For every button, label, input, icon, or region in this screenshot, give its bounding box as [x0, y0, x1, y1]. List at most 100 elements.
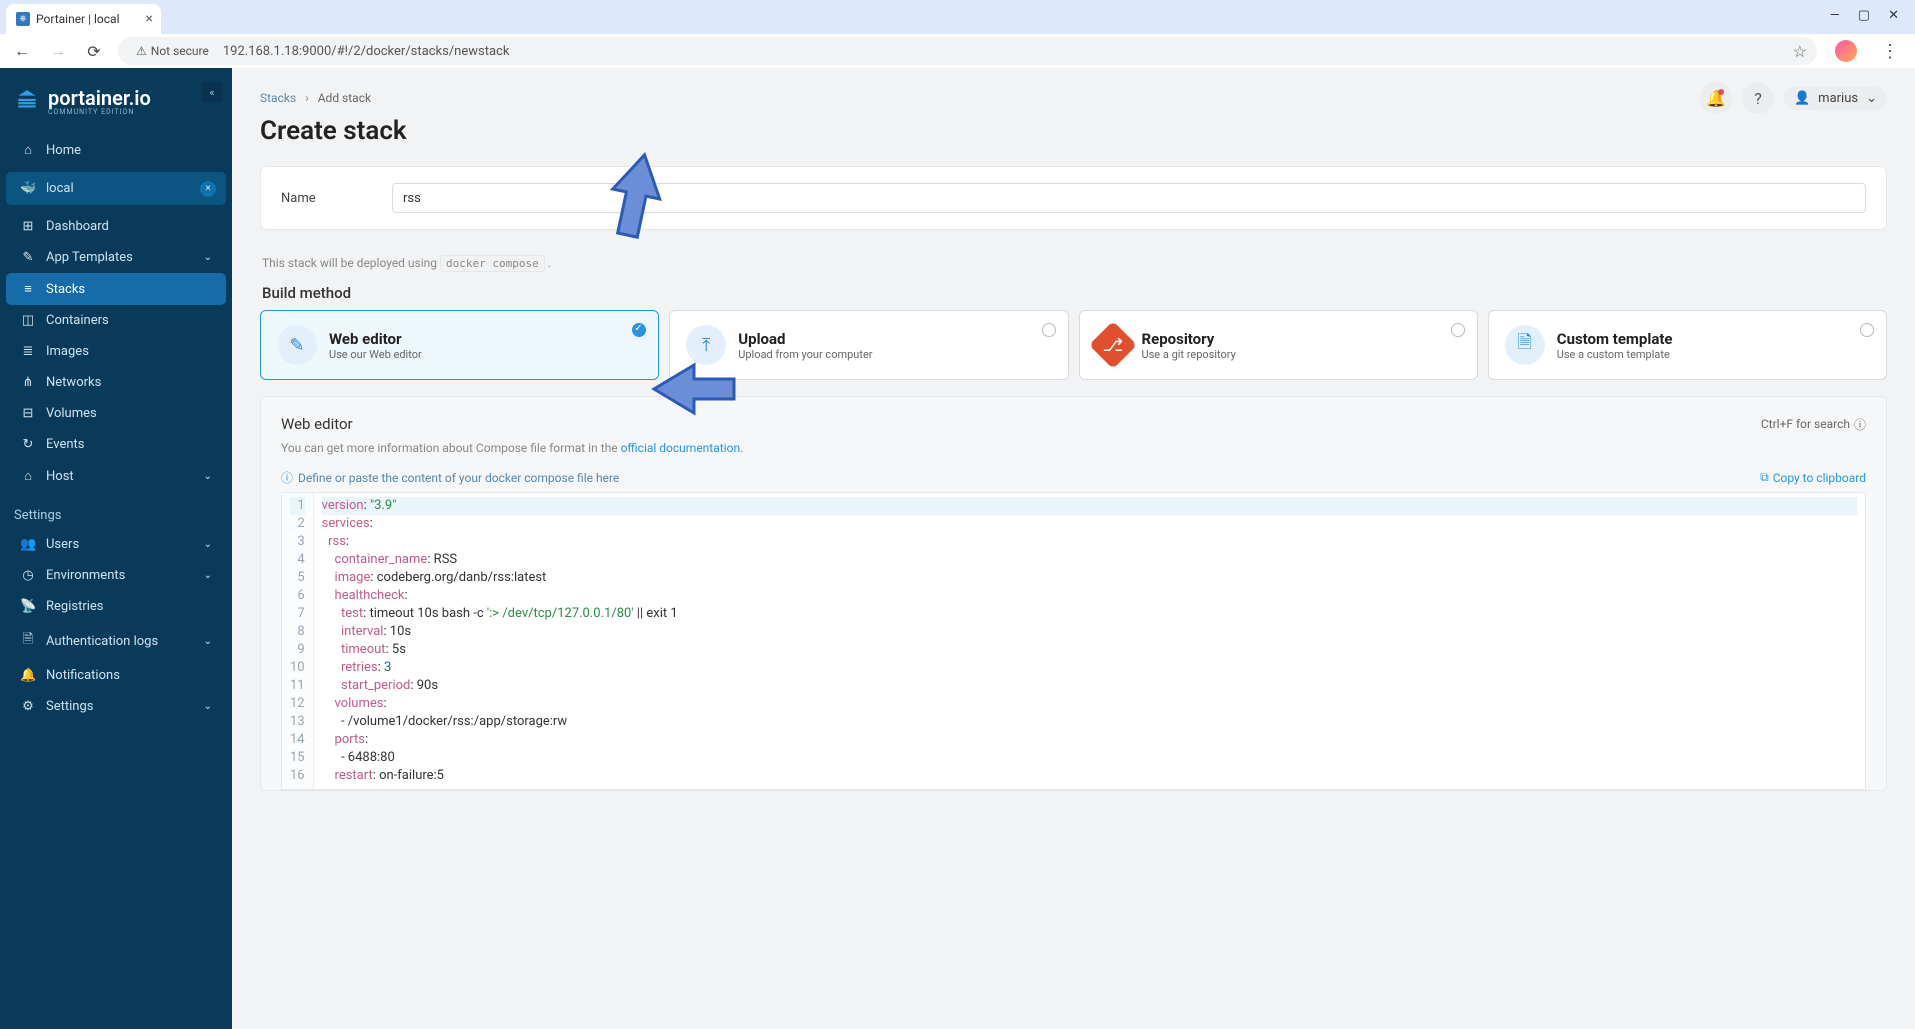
editor-search-hint: Ctrl+F for search ⓘ [1761, 416, 1866, 433]
sidebar-item-containers[interactable]: ◫ Containers [6, 305, 226, 336]
app-root: « portainer.io COMMUNITY EDITION ⌂ Home … [0, 68, 1915, 1029]
sidebar-item-host[interactable]: ⌂Host⌄ [6, 460, 226, 492]
sidebar-environment[interactable]: 🐳 local × [6, 172, 226, 205]
sidebar-item-dashboard[interactable]: ⊞Dashboard [6, 211, 226, 242]
tab-close-icon[interactable]: × [146, 11, 153, 27]
sidebar: « portainer.io COMMUNITY EDITION ⌂ Home … [0, 68, 232, 1029]
code-line[interactable]: image: codeberg.org/danb/rss:latest [322, 569, 1857, 587]
sidebar-item-label: App Templates [46, 250, 133, 265]
code-editor[interactable]: 12345678910111213141516 version: "3.9"se… [281, 492, 1866, 790]
breadcrumb-leaf: Add stack [318, 91, 371, 105]
docker-icon: 🐳 [20, 181, 36, 196]
sidebar-item-events[interactable]: ↻Events [6, 429, 226, 460]
breadcrumb: Stacks › Add stack [260, 91, 371, 105]
code-line[interactable]: version: "3.9" [322, 497, 1857, 515]
help-button[interactable]: ? [1742, 82, 1774, 114]
build-method-custom-template[interactable]: 🗎Custom templateUse a custom template [1488, 310, 1887, 380]
code-line[interactable]: timeout: 5s [322, 641, 1857, 659]
code-line[interactable]: retries: 3 [322, 659, 1857, 677]
code-line[interactable]: ports: [322, 731, 1857, 749]
sidebar-item-stacks[interactable]: ≡Stacks [6, 273, 226, 305]
edit-icon: ✎ [277, 325, 317, 365]
build-method-title: Build method [232, 270, 1915, 310]
chevron-down-icon: ⌄ [204, 471, 212, 482]
reload-button[interactable]: ⟳ [82, 42, 106, 61]
code-line[interactable]: services: [322, 515, 1857, 533]
method-title: Web editor [329, 330, 422, 348]
back-button[interactable]: ← [10, 41, 34, 61]
sidebar-item-images[interactable]: ≣Images [6, 336, 226, 367]
sidebar-item-icon: 🗎 [20, 630, 36, 652]
sidebar-item-environments[interactable]: ◷Environments⌄ [6, 560, 226, 591]
copy-to-clipboard-button[interactable]: ⧉ Copy to clipboard [1760, 470, 1866, 485]
radio-icon [632, 323, 646, 337]
close-icon[interactable]: ✕ [1888, 8, 1899, 23]
sidebar-item-icon: ⌂ [20, 468, 36, 484]
tab-title: Portainer | local [36, 12, 120, 26]
sidebar-item-settings[interactable]: ⚙Settings⌄ [6, 691, 226, 722]
code-line[interactable]: healthcheck: [322, 587, 1857, 605]
browser-menu-icon[interactable]: ⋮ [1875, 41, 1905, 62]
build-method-repository[interactable]: ⎇RepositoryUse a git repository [1079, 310, 1478, 380]
sidebar-item-volumes[interactable]: ⊟Volumes [6, 398, 226, 429]
url-text: 192.168.1.18:9000/#!/2/docker/stacks/new… [223, 44, 510, 59]
code-line[interactable]: test: timeout 10s bash -c ':> /dev/tcp/1… [322, 605, 1857, 623]
not-secure-badge[interactable]: ⚠ Not secure [128, 42, 217, 60]
method-title: Repository [1142, 330, 1236, 348]
sidebar-item-icon: ◫ [20, 313, 36, 328]
breadcrumb-root[interactable]: Stacks [260, 91, 296, 105]
git-icon: ⎇ [1088, 321, 1136, 369]
chevron-down-icon: ⌄ [204, 252, 212, 263]
sidebar-item-icon: ≡ [20, 281, 36, 297]
code-line[interactable]: - 6488:80 [322, 749, 1857, 767]
maximize-icon[interactable]: ▢ [1858, 8, 1870, 23]
chevron-down-icon: ⌄ [204, 701, 212, 712]
sidebar-item-label: Containers [46, 313, 109, 328]
help-icon[interactable]: ⓘ [1854, 416, 1866, 433]
method-title: Upload [738, 330, 872, 348]
annotation-arrow-icon [646, 357, 741, 422]
sidebar-item-authentication-logs[interactable]: 🗎Authentication logs⌄ [6, 622, 226, 660]
code-line[interactable]: - /volume1/docker/rss:/app/storage:rw [322, 713, 1857, 731]
help-icon: ? [1754, 89, 1762, 108]
code-content[interactable]: version: "3.9"services: rss: container_n… [314, 493, 1865, 789]
sidebar-item-icon: ≣ [20, 344, 36, 359]
sidebar-collapse-button[interactable]: « [202, 82, 222, 102]
browser-tab[interactable]: ⎈ Portainer | local × [6, 4, 161, 34]
minimize-icon[interactable]: — [1830, 8, 1840, 23]
brand-logo[interactable]: portainer.io COMMUNITY EDITION [0, 80, 232, 134]
forward-button[interactable]: → [46, 41, 70, 61]
sidebar-item-registries[interactable]: 📡Registries [6, 591, 226, 622]
editor-placeholder: ⓘ Define or paste the content of your do… [281, 469, 619, 486]
main-content: Stacks › Add stack 🔔 ? 👤 marius ⌄ Cre [232, 68, 1915, 1029]
chevron-down-icon: ⌄ [204, 539, 212, 550]
sidebar-item-label: Events [46, 437, 84, 452]
user-menu[interactable]: 👤 marius ⌄ [1784, 87, 1887, 110]
sidebar-item-networks[interactable]: ⋔Networks [6, 367, 226, 398]
docs-link[interactable]: official documentation [621, 441, 741, 455]
url-input[interactable]: ⚠ Not secure 192.168.1.18:9000/#!/2/dock… [118, 37, 1817, 65]
code-line[interactable]: interval: 10s [322, 623, 1857, 641]
code-line[interactable]: restart: on-failure:5 [322, 767, 1857, 785]
chevron-down-icon: ⌄ [204, 570, 212, 581]
code-line[interactable]: volumes: [322, 695, 1857, 713]
code-line[interactable]: container_name: RSS [322, 551, 1857, 569]
env-close-icon[interactable]: × [200, 181, 216, 197]
code-line[interactable]: rss: [322, 533, 1857, 551]
code-line[interactable]: start_period: 90s [322, 677, 1857, 695]
bookmark-star-icon[interactable]: ☆ [1793, 42, 1807, 61]
sidebar-item-home[interactable]: ⌂ Home [6, 134, 226, 166]
sidebar-item-app-templates[interactable]: ✎App Templates⌄ [6, 242, 226, 273]
method-subtitle: Use our Web editor [329, 348, 422, 361]
notifications-button[interactable]: 🔔 [1700, 82, 1732, 114]
sidebar-item-label: Users [46, 537, 79, 552]
profile-avatar-icon[interactable] [1835, 40, 1857, 62]
copy-icon: ⧉ [1760, 470, 1769, 485]
tab-bar: ⎈ Portainer | local × — ▢ ✕ [0, 0, 1915, 34]
user-name: marius [1818, 91, 1858, 106]
sidebar-item-notifications[interactable]: 🔔Notifications [6, 660, 226, 691]
sidebar-item-label: Volumes [46, 406, 97, 421]
build-method-web-editor[interactable]: ✎ Web editorUse our Web editor [260, 310, 659, 380]
sidebar-item-users[interactable]: 👥Users⌄ [6, 529, 226, 560]
template-icon: 🗎 [1505, 325, 1545, 365]
